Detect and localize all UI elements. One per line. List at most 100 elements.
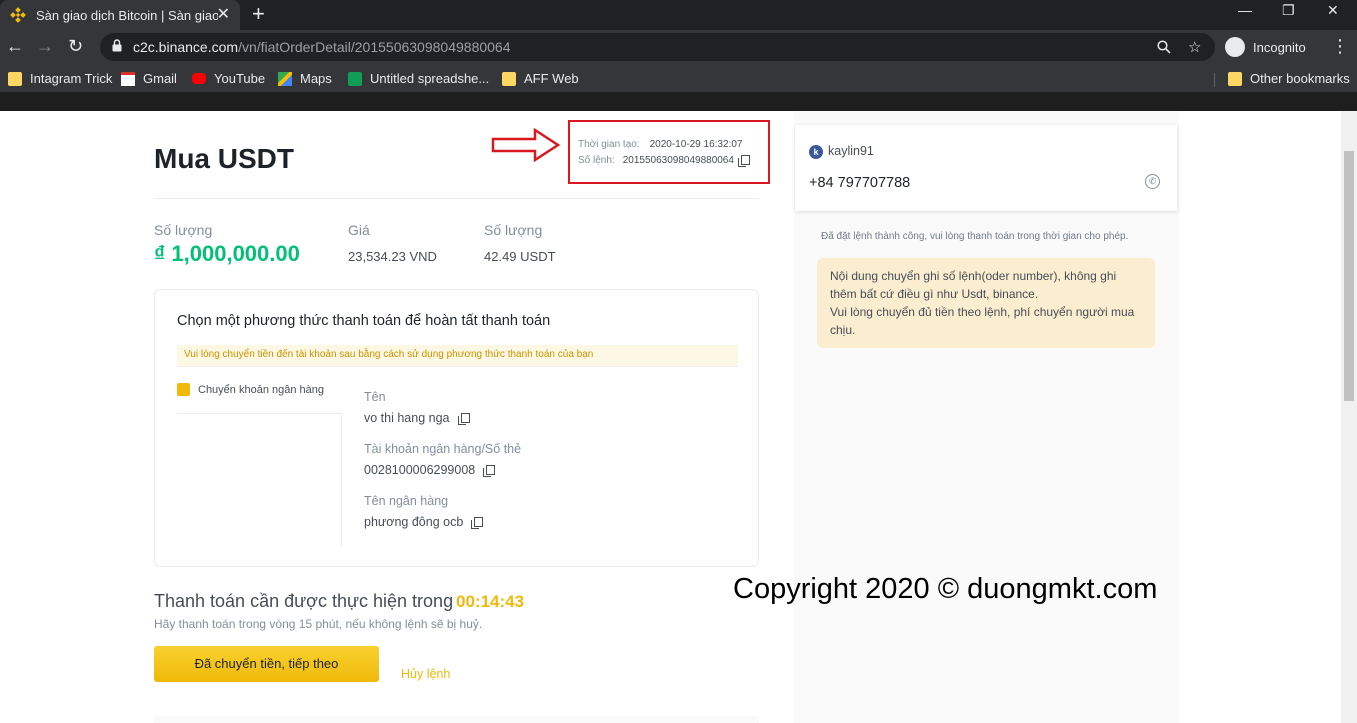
account-name-label: Tên [364,390,386,404]
restore-icon[interactable]: ❐ [1282,2,1295,19]
order-created-time: Thời gian tạo: 2020-10-29 16:32:07 [578,139,742,150]
bookmarks-separator [1214,73,1215,87]
bookmarks-bar: Intagram Trick Gmail YouTube Maps Untitl… [0,65,1357,93]
browser-tab-active[interactable]: Sàn giao dịch Bitcoin | Sàn giao d ✕ [0,0,240,30]
chat-message-line: Nội dung chuyển ghi số lệnh(oder number)… [830,269,1117,301]
copy-icon[interactable] [471,516,484,529]
price-value: 23,534.23 VND [348,249,437,264]
folder-icon [502,71,516,86]
chat-message-line: Vui lòng chuyển đủ tiền theo lệnh, phí c… [830,305,1135,337]
browser-tab-strip: Sàn giao dịch Bitcoin | Sàn giao d ✕ + —… [0,0,1357,30]
bookmark-label: Untitled spreadshe... [370,71,490,86]
bookmark-intagram-trick[interactable]: Intagram Trick [8,71,112,86]
bank-name-value: phương đông ocb [364,515,464,529]
folder-icon [8,71,22,86]
incognito-indicator[interactable]: Incognito [1225,33,1306,61]
copy-icon[interactable] [737,155,750,167]
divider [177,413,342,414]
created-value: 2020-10-29 16:32:07 [649,139,743,150]
folder-icon [1228,71,1242,86]
bookmark-label: YouTube [214,71,266,86]
account-name-row: vo thi hang nga [364,411,470,425]
sheets-icon [348,71,362,86]
system-message: Đã đặt lệnh thành công, vui lòng thanh t… [821,231,1129,242]
scrollbar-thumb[interactable] [1344,151,1354,401]
bookmark-label: Gmail [143,71,177,86]
site-header-strip [0,93,1357,111]
account-name-value: vo thi hang nga [364,411,450,425]
maps-icon [278,71,292,86]
phone-icon[interactable]: ✆ [1145,174,1160,189]
annotation-highlight-box [568,120,770,184]
browser-toolbar: ← → ↻ c2c.binance.com/vn/fiatOrderDetail… [0,30,1357,65]
close-window-icon[interactable]: ✕ [1327,2,1339,19]
other-bookmarks[interactable]: Other bookmarks [1228,71,1350,86]
seller-phone: +84 797707788 [809,175,911,191]
copyright-watermark: Copyright 2020 © duongmkt.com [733,573,1158,605]
seller-card [795,125,1177,211]
price-label: Giá [348,222,370,238]
payment-card-title: Chọn một phương thức thanh toán để hoàn … [177,313,551,329]
copy-icon[interactable] [483,464,496,477]
bookmark-youtube[interactable]: YouTube [192,71,265,86]
reload-icon[interactable]: ↻ [68,36,83,57]
bookmark-label: Maps [300,71,332,86]
gmail-icon [121,71,135,86]
binance-logo-icon [10,7,26,23]
payment-deadline-hint: Hãy thanh toán trong vòng 15 phút, nếu k… [154,617,483,631]
transferred-next-button[interactable]: Đã chuyển tiền, tiếp theo [154,646,379,682]
tab-title: Sàn giao dịch Bitcoin | Sàn giao d [36,7,218,23]
bookmark-gmail[interactable]: Gmail [121,71,177,86]
order-number-value: 20155063098049880064 [622,155,734,166]
bookmark-label: AFF Web [524,71,579,86]
bookmark-label: Intagram Trick [30,71,113,86]
avatar: k [809,145,823,159]
browser-menu-icon[interactable]: ⋮ [1331,36,1349,57]
divider [154,198,759,199]
zoom-icon[interactable] [1157,40,1171,54]
divider [341,413,342,546]
bank-account-row: 0028100006299008 [364,463,496,477]
order-number-label: Số lệnh: [578,155,615,166]
url-text: c2c.binance.com/vn/fiatOrderDetail/20155… [133,39,511,55]
incognito-icon [1225,37,1245,57]
bookmark-aff-web[interactable]: AFF Web [502,71,579,86]
seller-name[interactable]: kaylin91 [828,144,874,158]
minimize-icon[interactable]: — [1238,2,1252,18]
back-icon[interactable]: ← [6,36,24,57]
payment-method-label: Chuyển khoản ngân hàng [198,383,324,396]
bookmark-maps[interactable]: Maps [278,71,332,86]
close-tab-icon[interactable]: ✕ [217,4,230,24]
page-scrollbar[interactable] [1341,111,1357,723]
next-section-card [154,716,759,723]
address-bar[interactable]: c2c.binance.com/vn/fiatOrderDetail/20155… [100,33,1215,61]
lock-icon [112,39,122,52]
incognito-label: Incognito [1253,39,1306,55]
annotation-arrow-icon [491,127,561,163]
bank-name-row: phương đông ocb [364,515,484,529]
cancel-order-link[interactable]: Hủy lệnh [401,667,450,681]
order-number: Số lệnh: 20155063098049880064 [578,155,750,167]
countdown-timer: 00:14:43 [456,592,525,611]
bookmark-star-icon[interactable]: ☆ [1188,38,1201,56]
payment-method-tab-bank-transfer[interactable]: Chuyển khoản ngân hàng [177,383,324,396]
url-host: c2c.binance.com [133,39,239,55]
youtube-icon [192,73,206,84]
url-path: /vn/fiatOrderDetail/20155063098049880064 [238,39,511,55]
bookmark-untitled-spreadsheet[interactable]: Untitled spreadshe... [348,71,489,86]
bank-card-icon [177,383,190,396]
copy-icon[interactable] [457,412,470,425]
created-label: Thời gian tạo: [578,139,640,150]
bank-name-label: Tên ngân hàng [364,494,449,508]
other-bookmarks-label: Other bookmarks [1250,71,1350,86]
chat-message-bubble: Nội dung chuyển ghi số lệnh(oder number)… [817,258,1155,348]
bank-account-label: Tài khoản ngân hàng/Số thẻ [364,442,522,456]
forward-icon[interactable]: → [36,36,54,57]
amount-label: Số lượng [154,222,213,238]
quantity-value: 42.49 USDT [484,249,556,264]
amount-value: ₫ 1,000,000.00 [154,241,300,266]
payment-deadline-text: Thanh toán cần được thực hiện trong [154,591,454,611]
new-tab-icon[interactable]: + [252,1,265,27]
page-title: Mua USDT [154,143,294,174]
bank-account-value: 0028100006299008 [364,463,476,477]
